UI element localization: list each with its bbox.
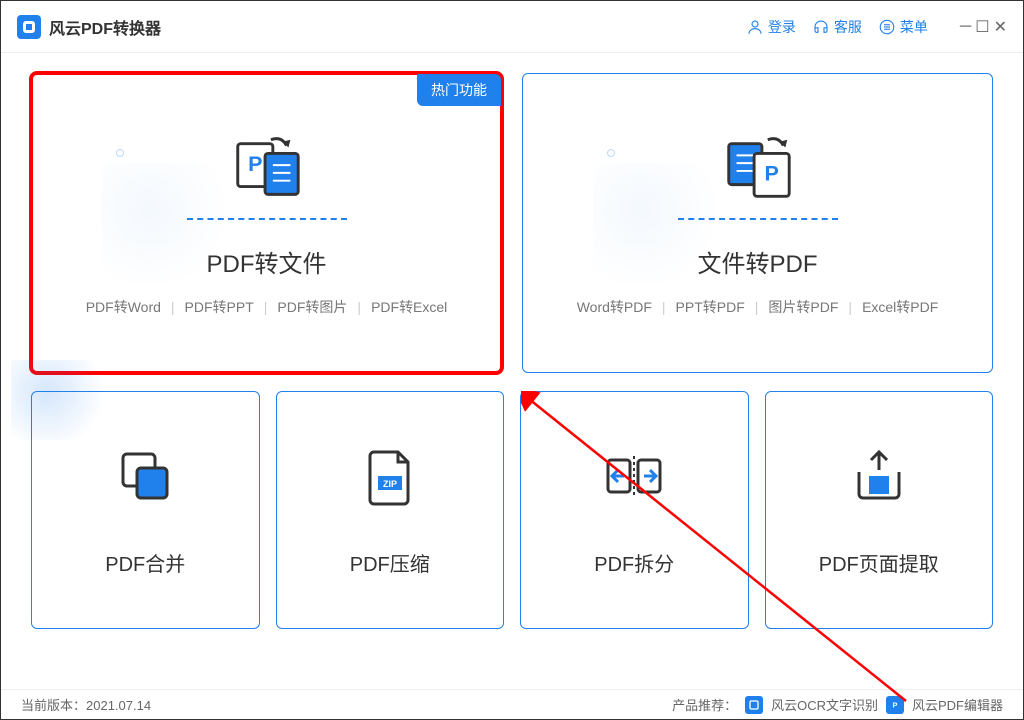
app-logo-icon xyxy=(17,15,41,39)
promo-ocr-link[interactable]: 风云OCR文字识别 xyxy=(771,695,878,714)
footer: 当前版本：2021.07.14 产品推荐： 风云OCR文字识别 P 风云PDF编… xyxy=(1,689,1023,719)
pdf-compress-title: PDF压缩 xyxy=(350,548,430,577)
maximize-button[interactable]: ☐ xyxy=(975,17,989,37)
file-to-pdf-card[interactable]: P 文件转PDF Word转PDF PPT转PDF 图片转PDF Excel转P… xyxy=(522,73,993,373)
main-content: 热门功能 P PDF转文件 PDF转Word PDF转PPT PDF转图片 xyxy=(1,53,1023,689)
editor-icon: P xyxy=(886,696,904,714)
file-to-pdf-subtitle: Word转PDF PPT转PDF 图片转PDF Excel转PDF xyxy=(577,297,939,317)
extract-icon xyxy=(847,444,911,508)
list-icon xyxy=(878,18,896,36)
ocr-icon xyxy=(745,696,763,714)
pdf-split-title: PDF拆分 xyxy=(594,548,674,577)
close-button[interactable]: ✕ xyxy=(994,17,1007,37)
headset-icon xyxy=(812,18,830,36)
merge-icon xyxy=(113,444,177,508)
promo-editor-link[interactable]: 风云PDF编辑器 xyxy=(912,695,1003,714)
user-icon xyxy=(746,18,764,36)
promo-label: 产品推荐： xyxy=(672,695,737,714)
hot-badge: 热门功能 xyxy=(417,74,501,106)
support-button[interactable]: 客服 xyxy=(812,17,862,37)
minimize-button[interactable]: ─ xyxy=(960,18,971,36)
pdf-compress-card[interactable]: ZIP PDF压缩 xyxy=(276,391,505,629)
pdf-to-file-card[interactable]: 热门功能 P PDF转文件 PDF转Word PDF转PPT PDF转图片 xyxy=(31,73,502,373)
app-title: 风云PDF转换器 xyxy=(49,15,746,39)
pdf-extract-card[interactable]: PDF页面提取 xyxy=(765,391,994,629)
titlebar: 风云PDF转换器 登录 客服 菜单 ─ ☐ ✕ xyxy=(1,1,1023,53)
menu-button[interactable]: 菜单 xyxy=(878,17,928,37)
svg-text:ZIP: ZIP xyxy=(383,479,397,489)
compress-icon: ZIP xyxy=(358,444,422,508)
svg-text:P: P xyxy=(893,700,898,709)
login-button[interactable]: 登录 xyxy=(746,17,796,37)
pdf-merge-title: PDF合并 xyxy=(105,548,185,577)
pdf-split-card[interactable]: PDF拆分 xyxy=(520,391,749,629)
pdf-extract-title: PDF页面提取 xyxy=(819,548,939,577)
split-icon xyxy=(602,444,666,508)
pdf-to-file-subtitle: PDF转Word PDF转PPT PDF转图片 PDF转Excel xyxy=(86,297,448,317)
version-text: 当前版本：2021.07.14 xyxy=(21,695,151,714)
svg-text:P: P xyxy=(764,161,778,185)
